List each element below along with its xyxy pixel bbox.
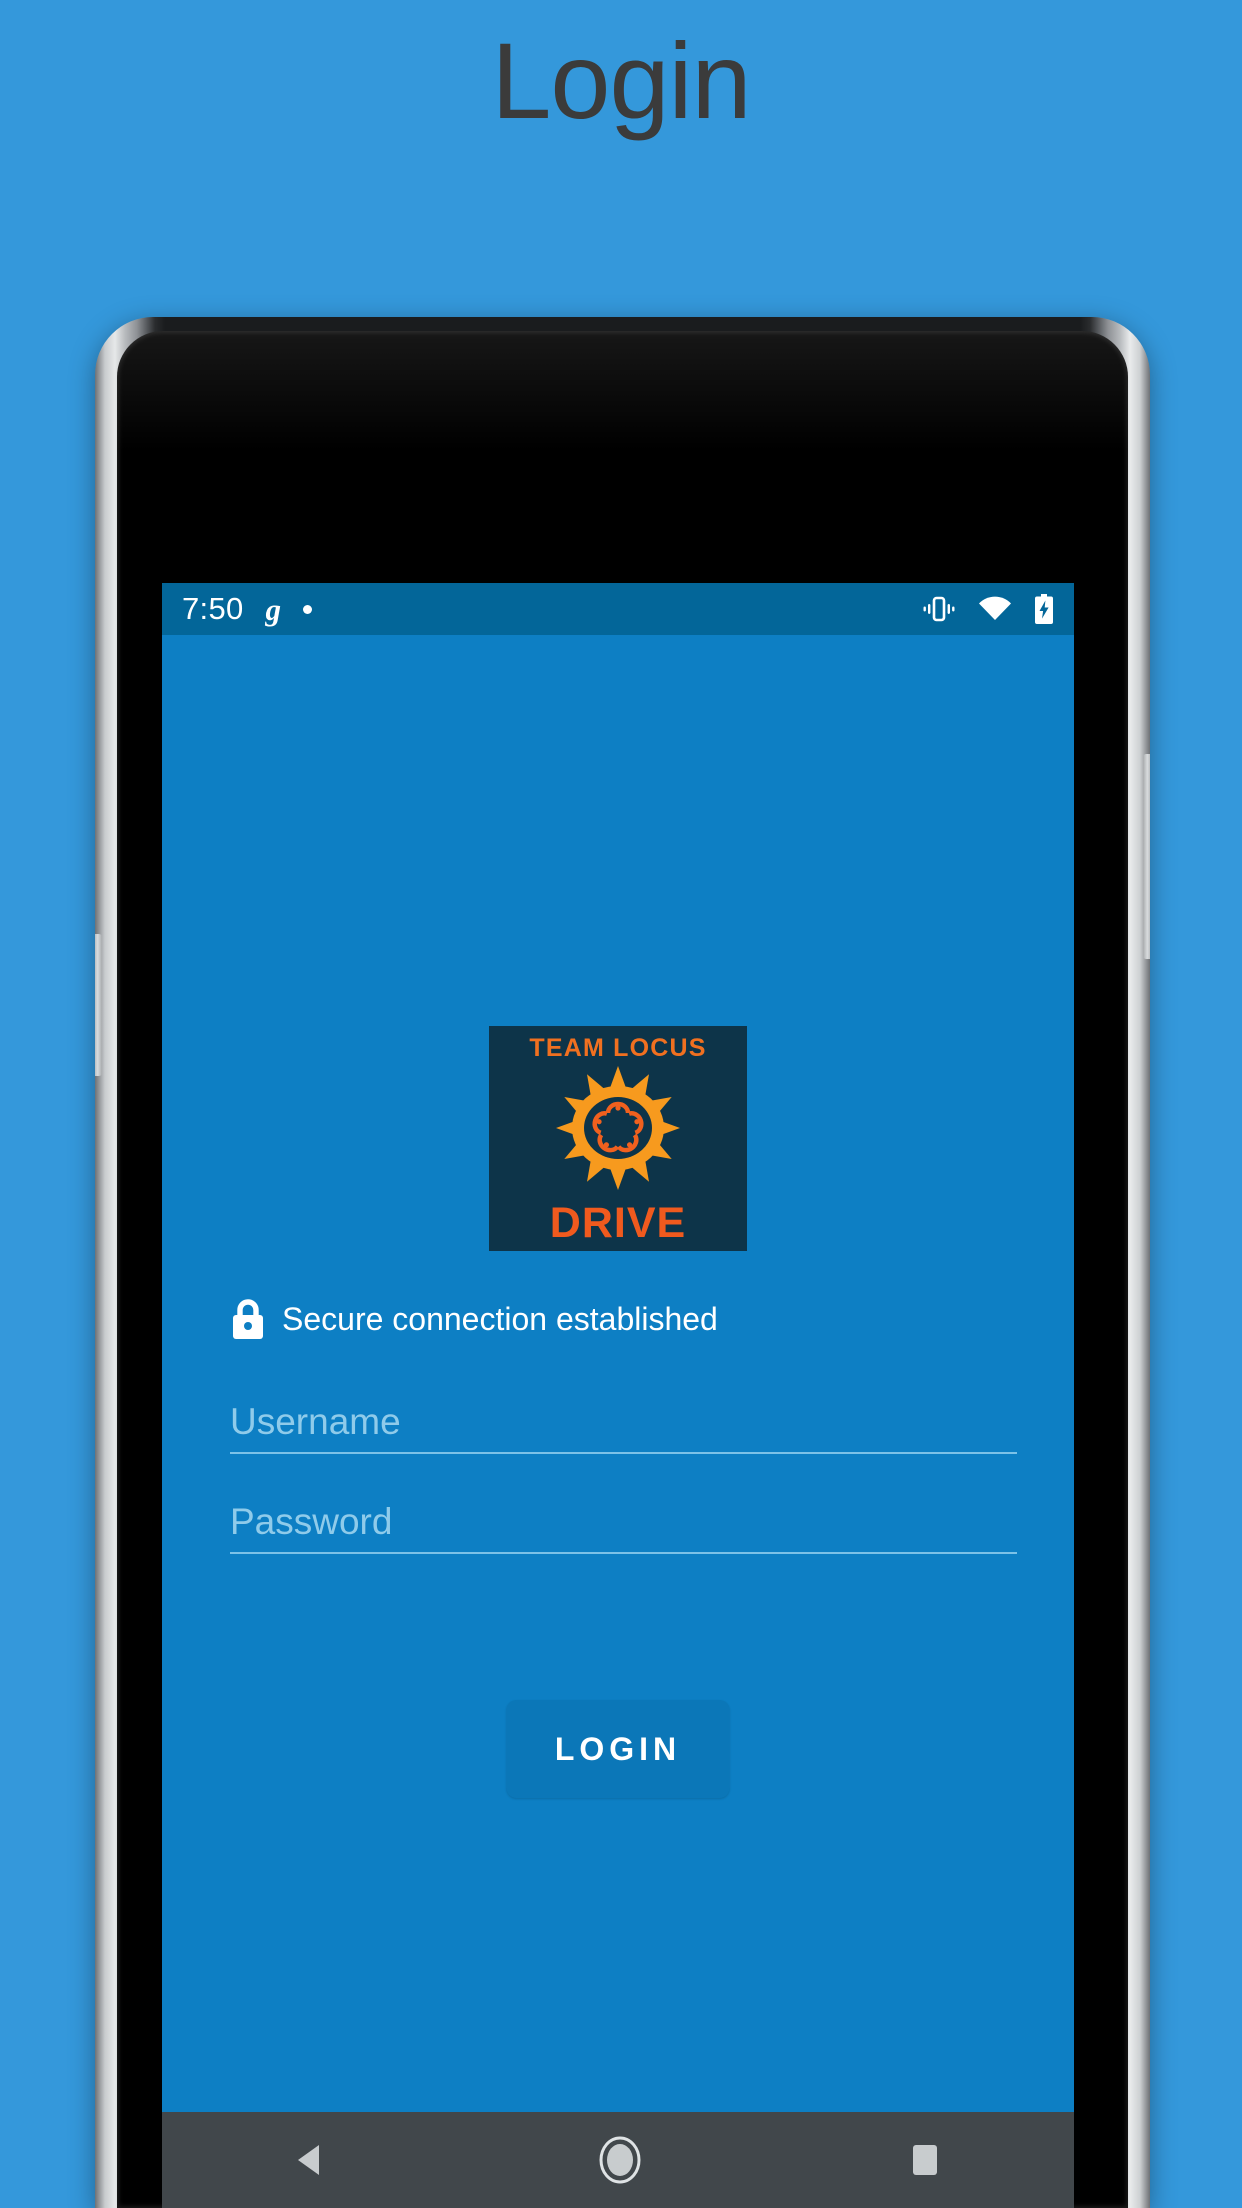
android-navigation-bar (162, 2112, 1074, 2208)
password-field[interactable] (230, 1501, 1017, 1554)
sun-icon (537, 1063, 699, 1198)
vibrate-icon (922, 596, 956, 622)
phone-screen: 7:50 g TEAM LOCUS DRIVE Secure connectio… (162, 583, 1074, 2208)
username-field[interactable] (230, 1401, 1017, 1454)
status-bar-right (922, 594, 1054, 624)
back-button[interactable] (291, 2138, 335, 2182)
password-input[interactable] (230, 1501, 1017, 1543)
lock-icon (230, 1297, 266, 1341)
logo-card: TEAM LOCUS DRIVE (489, 1026, 747, 1251)
secure-connection-text: Secure connection established (282, 1301, 718, 1337)
status-bar: 7:50 g (162, 583, 1074, 635)
battery-charging-icon (1034, 594, 1054, 624)
gboard-notification-icon: g (265, 591, 282, 627)
status-bar-left: 7:50 g (182, 591, 313, 627)
status-bar-clock: 7:50 (182, 591, 244, 626)
home-button[interactable] (594, 2134, 646, 2186)
login-button[interactable]: LOGIN (506, 1700, 730, 1798)
page-title: Login (491, 20, 751, 141)
app-logo: TEAM LOCUS DRIVE (162, 1026, 1074, 1251)
login-screen-content: TEAM LOCUS DRIVE Secure connection estab… (162, 635, 1074, 2112)
power-button[interactable] (1143, 754, 1150, 959)
wifi-icon (978, 596, 1012, 622)
secure-connection-notice: Secure connection established (230, 1297, 718, 1341)
username-input[interactable] (230, 1401, 1017, 1443)
bezel-gloss (117, 331, 1128, 451)
notification-dot-icon (303, 604, 313, 614)
volume-button[interactable] (95, 934, 102, 1076)
logo-top-text: TEAM LOCUS (529, 1034, 707, 1062)
recents-button[interactable] (905, 2138, 945, 2182)
logo-bottom-text: DRIVE (549, 1199, 687, 1247)
